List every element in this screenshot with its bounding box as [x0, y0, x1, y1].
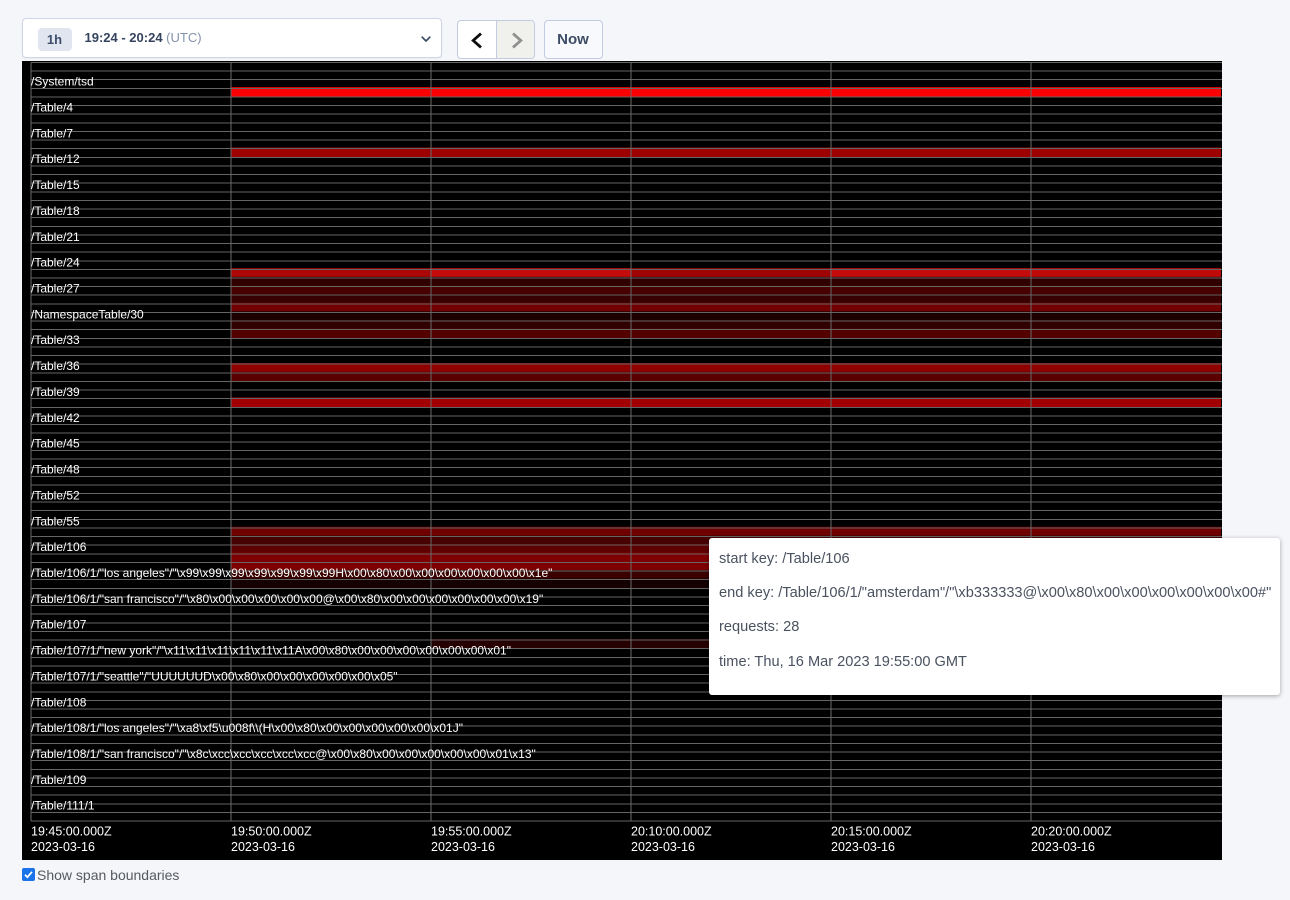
svg-text:/Table/55: /Table/55 — [31, 514, 80, 528]
svg-text:/Table/52: /Table/52 — [31, 488, 80, 502]
svg-text:/Table/109: /Table/109 — [31, 773, 87, 787]
svg-text:/Table/12: /Table/12 — [31, 152, 80, 166]
svg-text:/Table/42: /Table/42 — [31, 411, 80, 425]
svg-text:/Table/48: /Table/48 — [31, 463, 80, 477]
svg-text:/Table/39: /Table/39 — [31, 385, 80, 399]
svg-text:20:15:00.000Z: 20:15:00.000Z — [831, 824, 912, 838]
svg-text:/Table/45: /Table/45 — [31, 437, 80, 451]
svg-text:/Table/108/1/"los angeles"/"\x: /Table/108/1/"los angeles"/"\xa8\xf5\u00… — [31, 721, 463, 735]
svg-text:/Table/107: /Table/107 — [31, 618, 87, 632]
svg-text:/Table/15: /Table/15 — [31, 178, 80, 192]
svg-text:/System/tsd: /System/tsd — [31, 75, 94, 89]
svg-text:/Table/4: /Table/4 — [31, 101, 73, 115]
svg-text:2023-03-16: 2023-03-16 — [31, 840, 95, 854]
svg-text:2023-03-16: 2023-03-16 — [631, 840, 695, 854]
svg-text:/NamespaceTable/30: /NamespaceTable/30 — [31, 307, 144, 321]
svg-text:/Table/24: /Table/24 — [31, 256, 80, 270]
svg-text:/Table/107/1/"seattle"/"UUUUUU: /Table/107/1/"seattle"/"UUUUUUD\x00\x80\… — [31, 669, 398, 683]
svg-text:/Table/36: /Table/36 — [31, 359, 80, 373]
svg-text:/Table/106: /Table/106 — [31, 540, 87, 554]
svg-text:/Table/21: /Table/21 — [31, 230, 80, 244]
svg-text:/Table/106/1/"san francisco"/": /Table/106/1/"san francisco"/"\x80\x00\x… — [31, 592, 543, 606]
svg-text:/Table/27: /Table/27 — [31, 282, 80, 296]
svg-text:2023-03-16: 2023-03-16 — [231, 840, 295, 854]
svg-text:/Table/107/1/"new york"/"\x11\: /Table/107/1/"new york"/"\x11\x11\x11\x1… — [31, 644, 511, 658]
svg-text:19:50:00.000Z: 19:50:00.000Z — [231, 824, 312, 838]
svg-text:2023-03-16: 2023-03-16 — [831, 840, 895, 854]
svg-text:/Table/7: /Table/7 — [31, 126, 73, 140]
svg-text:/Table/106/1/"los angeles"/"\x: /Table/106/1/"los angeles"/"\x99\x99\x99… — [31, 566, 552, 580]
svg-text:/Table/108/1/"san francisco"/": /Table/108/1/"san francisco"/"\x8c\xcc\x… — [31, 747, 536, 761]
svg-text:19:45:00.000Z: 19:45:00.000Z — [31, 824, 112, 838]
svg-text:20:20:00.000Z: 20:20:00.000Z — [1031, 824, 1112, 838]
svg-text:19:55:00.000Z: 19:55:00.000Z — [431, 824, 512, 838]
svg-text:20:10:00.000Z: 20:10:00.000Z — [631, 824, 712, 838]
svg-text:2023-03-16: 2023-03-16 — [1031, 840, 1095, 854]
svg-text:/Table/33: /Table/33 — [31, 333, 80, 347]
svg-text:/Table/18: /Table/18 — [31, 204, 80, 218]
svg-text:/Table/111/1: /Table/111/1 — [31, 799, 95, 813]
svg-text:/Table/108: /Table/108 — [31, 695, 87, 709]
svg-text:2023-03-16: 2023-03-16 — [431, 840, 495, 854]
